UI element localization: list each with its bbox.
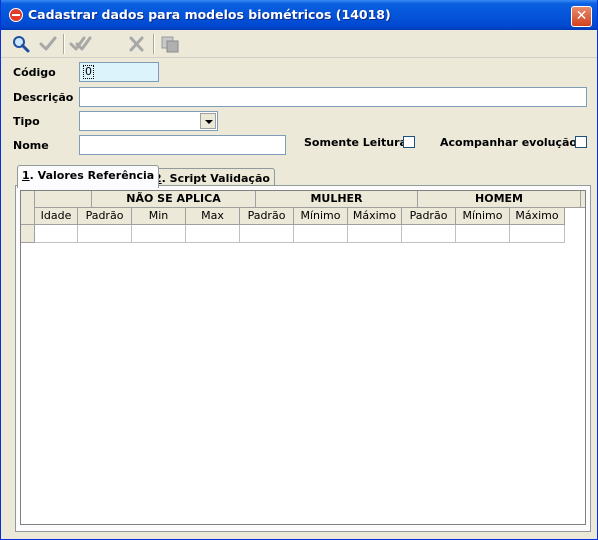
magnifier-icon: [13, 36, 30, 53]
toolbar-separator: [63, 34, 65, 54]
grid-corner: [21, 191, 35, 225]
acompanhar-evolucao-checkbox[interactable]: [575, 136, 587, 148]
tab-valores-referencia[interactable]: 1. Valores Referência: [17, 165, 160, 188]
double-check-icon: [69, 36, 92, 51]
group-header-empty: [35, 191, 92, 208]
toolbar-separator: [153, 34, 155, 54]
codigo-label: Código: [13, 66, 56, 79]
group-header-filler: [581, 191, 585, 208]
app-icon: [9, 8, 23, 22]
tab-panel-valores-referencia: NÃO SE APLICA MULHER HOMEM Idade Padrão …: [15, 185, 591, 532]
column-header-idade[interactable]: Idade: [35, 208, 78, 225]
app-window: Cadastrar dados para modelos biométricos…: [0, 0, 598, 540]
codigo-value: 0: [83, 65, 94, 79]
table-cell[interactable]: [132, 225, 186, 243]
table-cell[interactable]: [240, 225, 294, 243]
close-button[interactable]: ✕: [571, 6, 592, 27]
copy-button[interactable]: [159, 34, 181, 54]
column-header-homem-maximo[interactable]: Máximo: [510, 208, 565, 225]
somente-leitura-label: Somente Leitura: [304, 136, 407, 149]
toolbar: [1, 30, 597, 58]
column-header-mulher-minimo[interactable]: Mínimo: [294, 208, 348, 225]
confirm-all-button[interactable]: [69, 34, 92, 54]
column-header-homem-padrao[interactable]: Padrão: [402, 208, 456, 225]
table-cell[interactable]: [510, 225, 565, 243]
table-cell[interactable]: [456, 225, 510, 243]
column-header-mulher-padrao[interactable]: Padrão: [240, 208, 294, 225]
tipo-label: Tipo: [13, 115, 40, 128]
tab-label: . Script Validação: [161, 172, 270, 185]
column-header-nsa-min[interactable]: Min: [132, 208, 186, 225]
codigo-input[interactable]: 0: [79, 62, 159, 82]
table-cell[interactable]: [294, 225, 348, 243]
table-cell[interactable]: [402, 225, 456, 243]
table-cell[interactable]: [78, 225, 132, 243]
column-header-homem-minimo[interactable]: Mínimo: [456, 208, 510, 225]
nome-label: Nome: [13, 139, 49, 152]
cancel-button[interactable]: [126, 34, 148, 54]
confirm-button[interactable]: [37, 34, 59, 54]
table-cell[interactable]: [186, 225, 240, 243]
descricao-input[interactable]: [79, 87, 587, 107]
check-icon: [39, 36, 57, 51]
window-title: Cadastrar dados para modelos biométricos…: [28, 7, 391, 22]
copy-icon: [161, 36, 179, 53]
tipo-select[interactable]: [79, 111, 218, 131]
x-icon: [129, 36, 144, 52]
descricao-label: Descrição: [13, 91, 74, 104]
group-header-mulher: MULHER: [256, 191, 418, 208]
column-header-mulher-maximo[interactable]: Máximo: [348, 208, 402, 225]
nome-input[interactable]: [79, 135, 286, 155]
group-header-homem: HOMEM: [418, 191, 581, 208]
column-header-nsa-padrao[interactable]: Padrão: [78, 208, 132, 225]
somente-leitura-checkbox[interactable]: [403, 136, 415, 148]
title-bar: Cadastrar dados para modelos biométricos…: [1, 0, 597, 30]
tab-label: . Valores Referência: [29, 169, 155, 182]
tab-hotkey: 1: [22, 169, 30, 182]
table-cell[interactable]: [35, 225, 78, 243]
search-button[interactable]: [10, 34, 32, 54]
row-indicator[interactable]: [21, 225, 35, 243]
column-header-nsa-max[interactable]: Max: [186, 208, 240, 225]
chevron-down-icon[interactable]: [200, 113, 216, 129]
table-cell[interactable]: [348, 225, 402, 243]
group-header-nao-se-aplica: NÃO SE APLICA: [92, 191, 256, 208]
reference-values-grid[interactable]: NÃO SE APLICA MULHER HOMEM Idade Padrão …: [20, 190, 586, 525]
acompanhar-evolucao-label: Acompanhar evolução: [440, 136, 577, 149]
